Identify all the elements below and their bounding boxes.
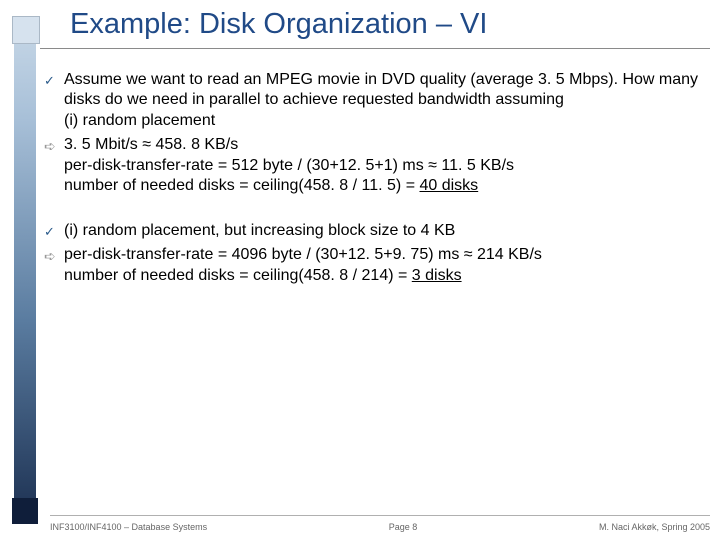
bullet-calc-2: per-disk-transfer-rate = 4096 byte / (30… [44,245,706,286]
footer-rule [50,515,710,516]
decorative-left-bar [14,16,36,524]
title-rule [40,48,710,49]
bullet-assumption: Assume we want to read an MPEG movie in … [44,70,706,131]
footer-page: Page 8 [389,522,418,532]
arrow-icon [44,245,64,286]
check-icon [44,70,64,131]
arrow-icon [44,135,64,196]
slide-content: Assume we want to read an MPEG movie in … [44,70,706,290]
text: Assume we want to read an MPEG movie in … [64,71,698,108]
slide-title: Example: Disk Organization – VI [70,8,487,41]
text: per-disk-transfer-rate = 512 byte / (30+… [64,157,514,174]
text: per-disk-transfer-rate = 4096 byte / (30… [64,246,542,263]
bullet-text: 3. 5 Mbit/s ≈ 458. 8 KB/s per-disk-trans… [64,135,706,196]
check-icon [44,221,64,241]
bullet-text: (i) random placement, but increasing blo… [64,221,706,241]
text: 3. 5 Mbit/s ≈ 458. 8 KB/s [64,136,238,153]
text: (i) random placement [64,112,215,129]
bullet-text: per-disk-transfer-rate = 4096 byte / (30… [64,245,706,286]
result-underlined: 40 disks [419,177,478,194]
footer-course: INF3100/INF4100 – Database Systems [50,522,207,532]
result-underlined: 3 disks [412,267,462,284]
slide: Example: Disk Organization – VI Assume w… [0,0,720,540]
text: number of needed disks = ceiling(458. 8 … [64,267,412,284]
text: number of needed disks = ceiling(458. 8 … [64,177,419,194]
footer: INF3100/INF4100 – Database Systems Page … [50,522,710,532]
spacer [44,201,706,221]
footer-author: M. Naci Akkøk, Spring 2005 [599,522,710,532]
bullet-calc-1: 3. 5 Mbit/s ≈ 458. 8 KB/s per-disk-trans… [44,135,706,196]
bullet-text: Assume we want to read an MPEG movie in … [64,70,706,131]
bullet-variant: (i) random placement, but increasing blo… [44,221,706,241]
